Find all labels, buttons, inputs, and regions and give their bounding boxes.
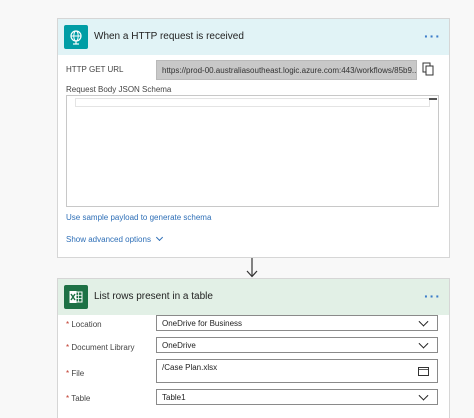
required-marker: * (66, 343, 70, 352)
list-rows-header[interactable]: List rows present in a table ··· (58, 279, 449, 315)
file-label: * File (66, 369, 84, 378)
excel-icon (64, 285, 88, 309)
http-trigger-title: When a HTTP request is received (94, 31, 244, 42)
request-body-schema-label: Request Body JSON Schema (66, 85, 172, 94)
show-advanced-options-link[interactable]: Show advanced options (66, 233, 164, 244)
folder-icon[interactable] (418, 367, 429, 376)
use-sample-payload-link[interactable]: Use sample payload to generate schema (66, 213, 211, 222)
location-value: OneDrive for Business (162, 318, 243, 328)
schema-editor-scrollbar[interactable] (429, 98, 437, 100)
chevron-down-icon (156, 233, 164, 242)
table-label: * Table (66, 394, 90, 403)
show-advanced-options-label: Show advanced options (66, 235, 151, 244)
list-rows-title: List rows present in a table (94, 291, 213, 302)
http-get-url-field[interactable]: https://prod-00.australiasoutheast.logic… (156, 60, 417, 80)
file-input[interactable]: /Case Plan.xlsx (156, 359, 438, 383)
document-library-value: OneDrive (162, 340, 196, 350)
chevron-down-icon (418, 316, 429, 327)
file-value: /Case Plan.xlsx (162, 363, 218, 372)
list-rows-action-card: List rows present in a table ··· * Locat… (57, 278, 450, 418)
http-get-url-value: https://prod-00.australiasoutheast.logic… (162, 65, 417, 75)
table-dropdown[interactable]: Table1 (156, 389, 438, 405)
list-rows-more-options-button[interactable]: ··· (424, 279, 441, 313)
http-get-url-label: HTTP GET URL (66, 65, 124, 74)
copy-icon[interactable] (422, 62, 434, 76)
location-label: * Location (66, 320, 102, 329)
file-label-text: File (71, 369, 85, 378)
chevron-down-icon (418, 390, 429, 401)
http-request-icon (64, 25, 88, 49)
http-trigger-more-options-button[interactable]: ··· (424, 19, 441, 53)
location-label-text: Location (71, 320, 102, 329)
document-library-label: * Document Library (66, 343, 135, 352)
request-body-schema-editor[interactable] (66, 95, 439, 207)
document-library-dropdown[interactable]: OneDrive (156, 337, 438, 353)
location-dropdown[interactable]: OneDrive for Business (156, 315, 438, 331)
http-trigger-card: When a HTTP request is received ··· HTTP… (57, 18, 450, 258)
schema-editor-first-line (75, 98, 430, 107)
required-marker: * (66, 394, 70, 403)
http-trigger-header[interactable]: When a HTTP request is received ··· (58, 19, 449, 55)
required-marker: * (66, 369, 70, 378)
arrow-down-icon (245, 258, 259, 278)
table-label-text: Table (71, 394, 91, 403)
table-value: Table1 (162, 392, 186, 402)
chevron-down-icon (418, 338, 429, 349)
required-marker: * (66, 320, 70, 329)
document-library-label-text: Document Library (71, 343, 135, 352)
